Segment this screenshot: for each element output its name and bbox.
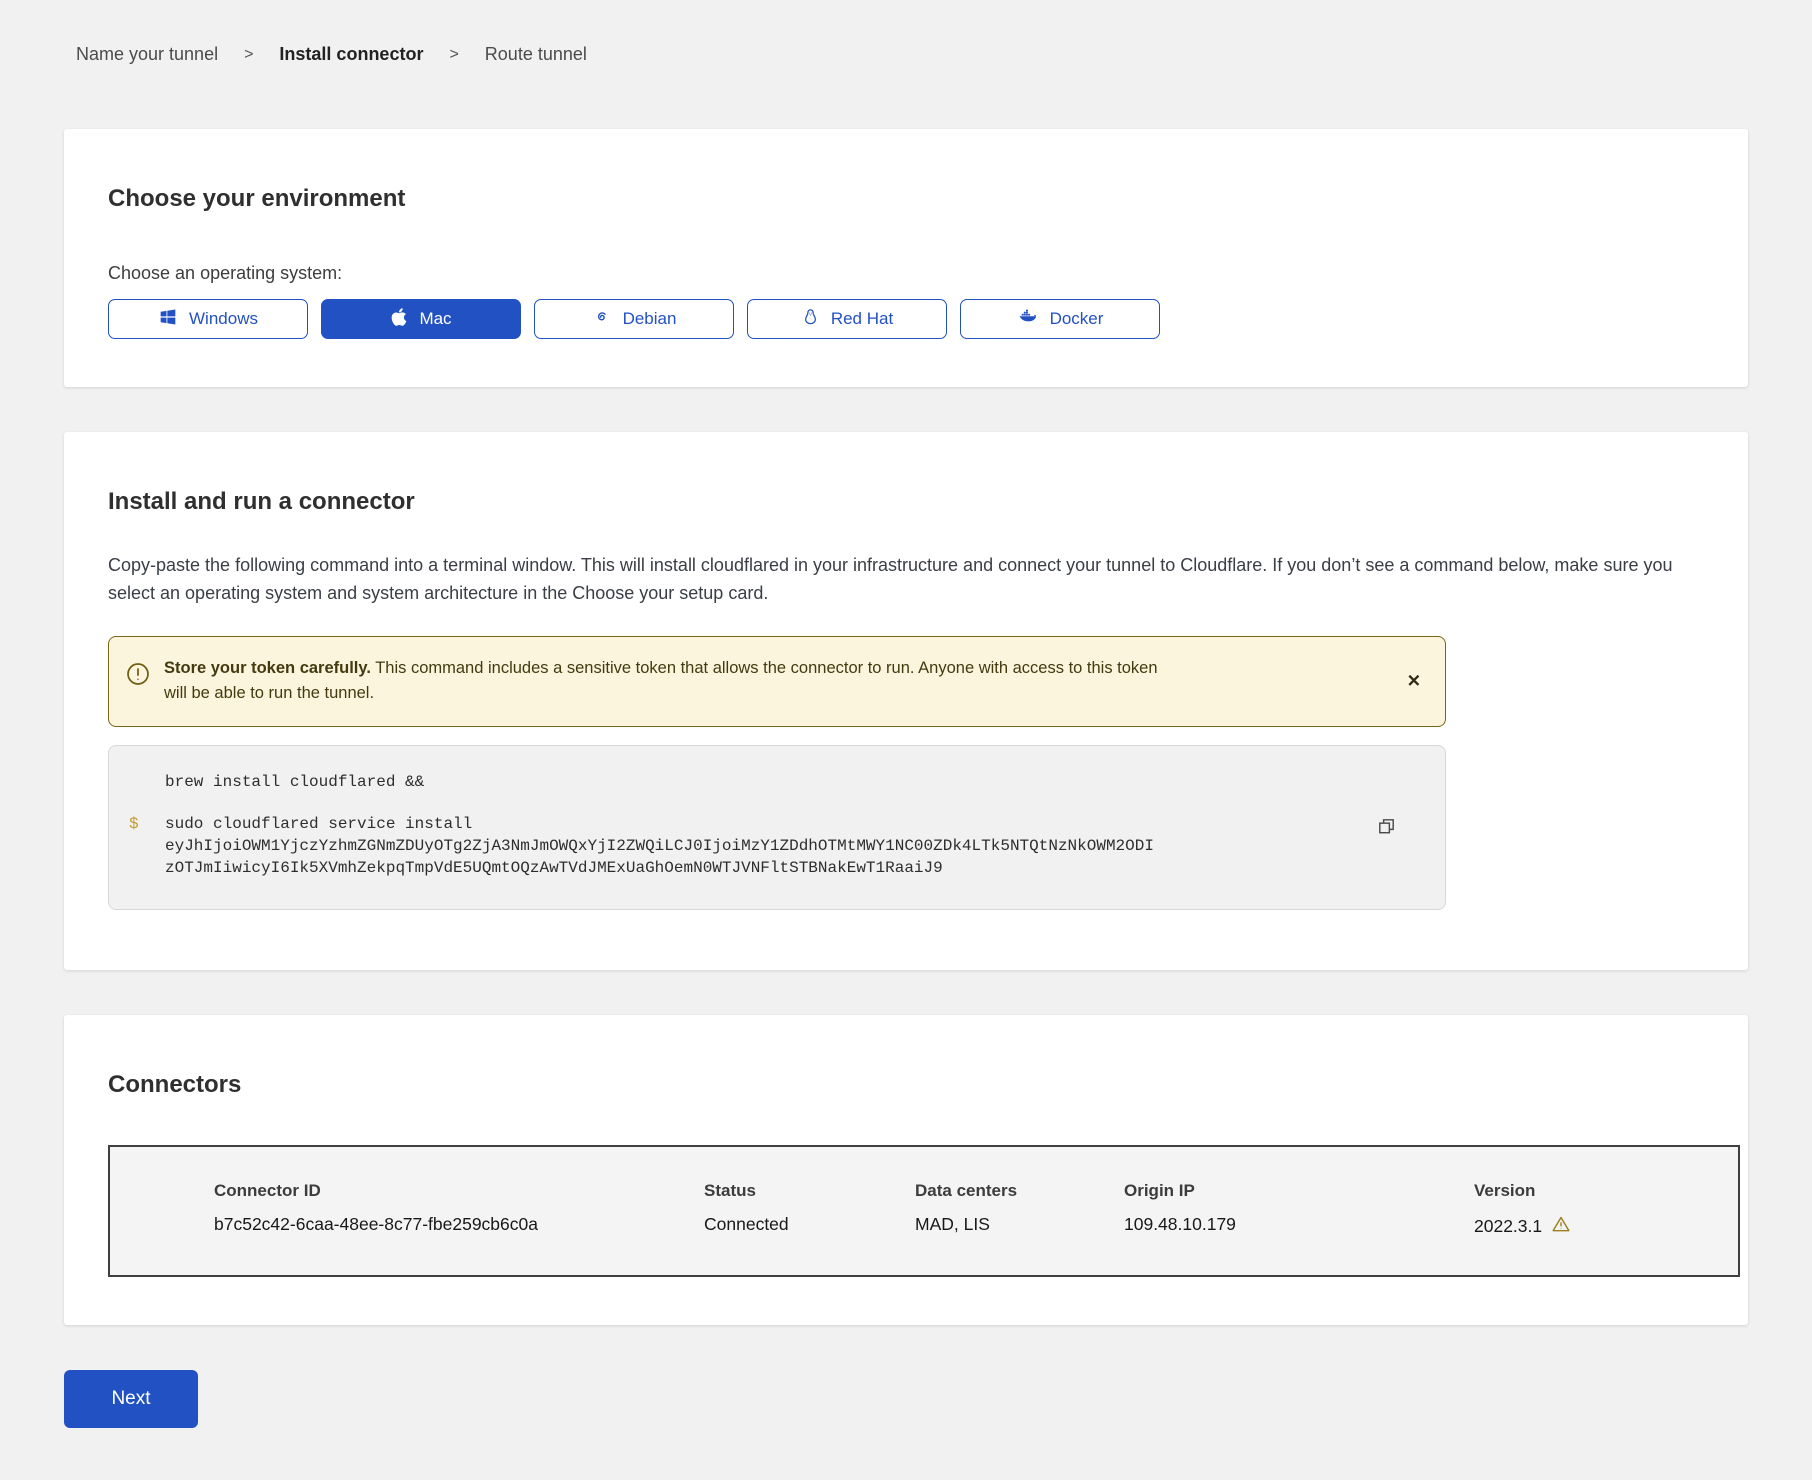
breadcrumb-step-name-your-tunnel: Name your tunnel: [76, 44, 218, 65]
os-button-redhat[interactable]: Red Hat: [747, 299, 947, 339]
copy-icon[interactable]: [1374, 814, 1399, 842]
connectors-title: Connectors: [108, 1071, 1704, 1099]
token-warning-text: Store your token carefully. This command…: [164, 656, 1179, 707]
terminal-command-block: brew install cloudflared && $ sudo cloud…: [108, 745, 1446, 910]
os-button-label: Windows: [189, 309, 258, 329]
origin-ip-value: 109.48.10.179: [1124, 1214, 1474, 1239]
connector-id-value: b7c52c42-6caa-48ee-8c77-fbe259cb6c0a: [110, 1214, 704, 1239]
version-value-wrap: 2022.3.1: [1474, 1214, 1738, 1239]
warning-circle-icon: [125, 661, 151, 696]
redhat-linux-penguin-icon: [801, 307, 820, 332]
command-text-brew: brew install cloudflared &&: [165, 771, 434, 793]
version-value: 2022.3.1: [1474, 1216, 1542, 1237]
breadcrumb-separator: >: [449, 46, 458, 64]
command-line-2: $ sudo cloudflared service install eyJhI…: [129, 813, 1445, 879]
column-header-data-centers: Data centers: [915, 1181, 1124, 1201]
breadcrumb-separator: >: [244, 46, 253, 64]
connectors-table: Connector ID Status Data centers Origin …: [108, 1145, 1740, 1277]
os-button-label: Debian: [623, 309, 677, 329]
breadcrumb-step-install-connector: Install connector: [279, 44, 423, 65]
install-connector-card: Install and run a connector Copy-paste t…: [64, 432, 1748, 970]
os-select-label: Choose an operating system:: [108, 263, 1704, 284]
breadcrumb: Name your tunnel > Install connector > R…: [76, 44, 1748, 65]
os-button-label: Mac: [419, 309, 451, 329]
column-header-connector-id: Connector ID: [110, 1181, 704, 1201]
install-connector-title: Install and run a connector: [108, 488, 1704, 516]
debian-icon: [592, 307, 612, 332]
command-line-1: brew install cloudflared &&: [129, 771, 1445, 793]
install-instructions: Copy-paste the following command into a …: [108, 552, 1704, 608]
os-button-windows[interactable]: Windows: [108, 299, 308, 339]
choose-environment-card: Choose your environment Choose an operat…: [64, 129, 1748, 387]
os-button-label: Red Hat: [831, 309, 893, 329]
status-badge: Connected: [704, 1214, 915, 1239]
choose-environment-title: Choose your environment: [108, 185, 1704, 213]
os-button-group: Windows Mac Debian Red Hat: [108, 299, 1704, 339]
apple-icon: [390, 307, 408, 332]
table-row: b7c52c42-6caa-48ee-8c77-fbe259cb6c0a Con…: [110, 1214, 1738, 1239]
os-button-docker[interactable]: Docker: [960, 299, 1160, 339]
close-icon[interactable]: ✕: [1403, 669, 1425, 694]
connectors-card: Connectors Connector ID Status Data cent…: [64, 1015, 1748, 1325]
column-header-version: Version: [1474, 1181, 1738, 1201]
windows-icon: [158, 307, 178, 332]
command-text-install-token: sudo cloudflared service install eyJhIjo…: [165, 813, 1157, 879]
column-header-origin-ip: Origin IP: [1124, 1181, 1474, 1201]
data-centers-value: MAD, LIS: [915, 1214, 1124, 1239]
os-button-mac[interactable]: Mac: [321, 299, 521, 339]
table-header-row: Connector ID Status Data centers Origin …: [110, 1181, 1738, 1201]
token-warning-banner: Store your token carefully. This command…: [108, 636, 1446, 727]
docker-whale-icon: [1017, 307, 1039, 332]
token-warning-title: Store your token carefully.: [164, 659, 371, 677]
os-button-debian[interactable]: Debian: [534, 299, 734, 339]
breadcrumb-step-route-tunnel: Route tunnel: [485, 44, 587, 65]
warning-triangle-icon: [1551, 1214, 1571, 1239]
next-button[interactable]: Next: [64, 1370, 198, 1428]
os-button-label: Docker: [1050, 309, 1104, 329]
column-header-status: Status: [704, 1181, 915, 1201]
prompt-spacer: [129, 771, 165, 793]
tunnel-setup-page: Name your tunnel > Install connector > R…: [0, 0, 1812, 1468]
shell-prompt: $: [129, 813, 165, 879]
